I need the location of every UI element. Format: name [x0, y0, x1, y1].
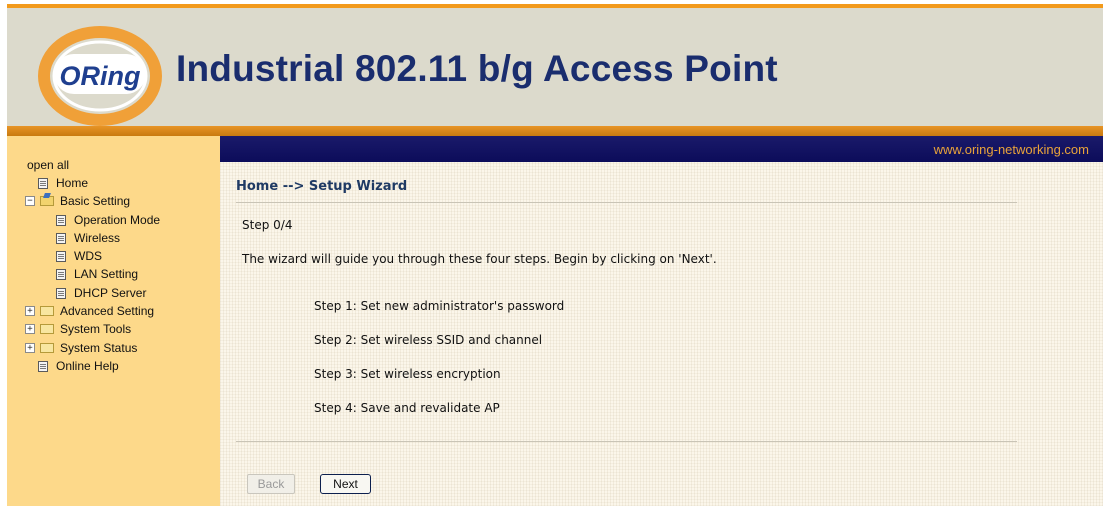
sidebar-item-dhcp-server[interactable]: DHCP Server: [56, 284, 146, 302]
page-title: Industrial 802.11 b/g Access Point: [176, 48, 778, 89]
page-icon: [56, 287, 66, 299]
sidebar-item-label: Home: [56, 176, 89, 190]
sidebar-item-label: Basic Setting: [60, 194, 131, 208]
page-icon: [38, 177, 48, 189]
divider: [236, 202, 1017, 203]
top-nav-bar: www.oring-networking.com: [220, 136, 1103, 162]
sidebar-item-advanced-setting[interactable]: + Advanced Setting: [25, 302, 154, 320]
expand-toggle-icon[interactable]: +: [25, 306, 35, 316]
step-indicator: Step 0/4: [242, 218, 293, 232]
main-content: Home --> Setup Wizard Step 0/4 The wizar…: [220, 162, 1103, 506]
wizard-step-4: Step 4: Save and revalidate AP: [314, 401, 500, 415]
sidebar-item-operation-mode[interactable]: Operation Mode: [56, 211, 160, 229]
page-icon: [56, 250, 66, 262]
sidebar-item-label: Advanced Setting: [60, 304, 155, 318]
folder-open-icon: [40, 196, 54, 206]
folder-icon: [40, 324, 54, 334]
folder-icon: [40, 306, 54, 316]
sidebar-item-online-help[interactable]: Online Help: [38, 357, 119, 375]
collapse-toggle-icon[interactable]: −: [25, 196, 35, 206]
next-button[interactable]: Next: [320, 474, 371, 494]
wizard-step-3: Step 3: Set wireless encryption: [314, 367, 501, 381]
breadcrumb: Home --> Setup Wizard: [236, 179, 408, 194]
sidebar-item-label: System Status: [60, 341, 138, 355]
wizard-step-2: Step 2: Set wireless SSID and channel: [314, 333, 543, 347]
folder-icon: [40, 343, 54, 353]
sidebar-item-basic-setting[interactable]: − Basic Setting: [25, 192, 130, 210]
sidebar-item-label: WDS: [74, 249, 102, 263]
expand-toggle-icon[interactable]: +: [25, 324, 35, 334]
sidebar-item-lan-setting[interactable]: LAN Setting: [56, 265, 138, 283]
sidebar-item-label: LAN Setting: [74, 267, 139, 281]
oring-logo: ORing: [38, 26, 162, 126]
header-divider: [7, 126, 1103, 136]
sidebar-item-label: Operation Mode: [74, 213, 161, 227]
back-button[interactable]: Back: [247, 474, 295, 494]
sidebar-item-system-status[interactable]: + System Status: [25, 339, 137, 357]
logo-wordmark: ORing: [60, 61, 141, 91]
wizard-intro-text: The wizard will guide you through these …: [242, 252, 717, 266]
sidebar-item-system-tools[interactable]: + System Tools: [25, 320, 131, 338]
sidebar-item-label: Wireless: [74, 231, 121, 245]
expand-toggle-icon[interactable]: +: [25, 343, 35, 353]
sidebar-item-label: System Tools: [60, 322, 132, 336]
sidebar-item-wireless[interactable]: Wireless: [56, 229, 120, 247]
sidebar-item-wds[interactable]: WDS: [56, 247, 102, 265]
page-icon: [38, 360, 48, 372]
page-icon: [56, 232, 66, 244]
sidebar-item-label: Online Help: [56, 359, 119, 373]
open-all-link[interactable]: open all: [27, 158, 69, 172]
sidebar-nav: open all Home − Basic Setting Operation …: [7, 136, 220, 506]
divider: [236, 441, 1017, 442]
wizard-step-1: Step 1: Set new administrator's password: [314, 299, 565, 313]
page-icon: [56, 214, 66, 226]
website-link[interactable]: www.oring-networking.com: [934, 142, 1089, 157]
page-icon: [56, 268, 66, 280]
sidebar-item-home[interactable]: Home: [38, 174, 88, 192]
sidebar-item-label: DHCP Server: [74, 286, 147, 300]
